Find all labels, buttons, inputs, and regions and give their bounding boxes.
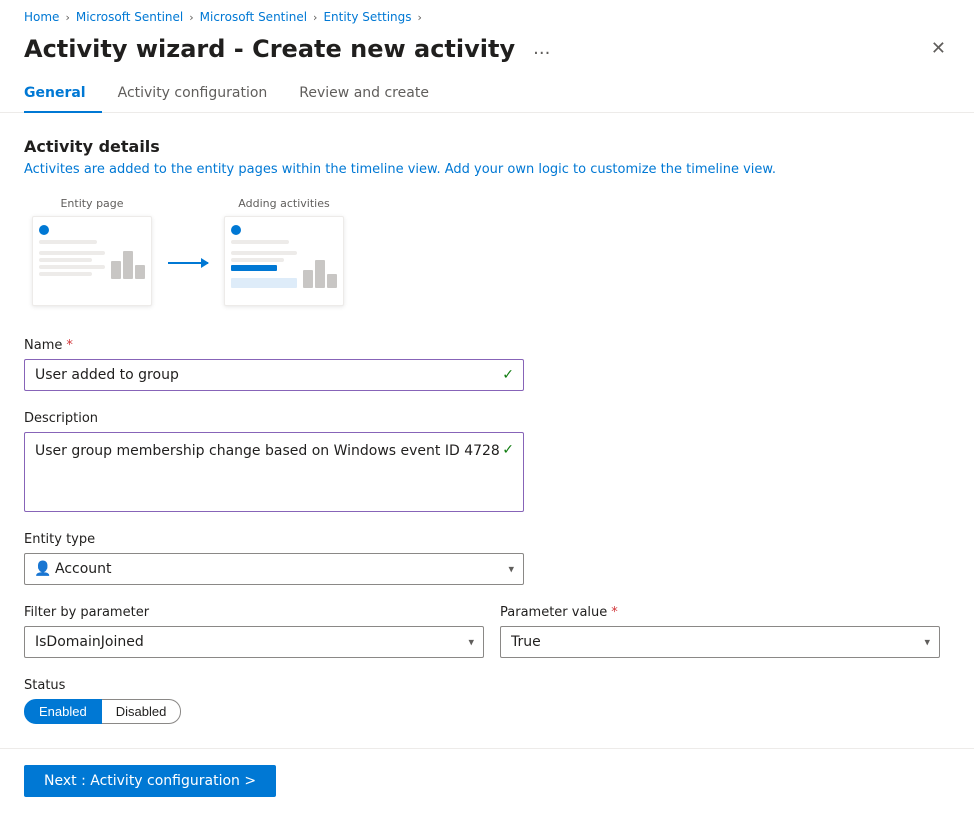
breadcrumb-sep-1: › — [65, 11, 69, 24]
card-bar-a3 — [327, 274, 337, 288]
entity-type-select[interactable]: Account — [24, 553, 524, 585]
name-input-wrapper: ✓ — [24, 359, 524, 391]
arrow-line — [168, 262, 208, 264]
name-required-star: * — [66, 338, 73, 353]
card-highlight — [231, 265, 277, 271]
description-input[interactable]: User group membership change based on Wi… — [24, 432, 524, 512]
status-enabled-button[interactable]: Enabled — [24, 699, 102, 724]
card-line-2 — [39, 251, 105, 255]
activity-details-subtitle: Activites are added to the entity pages … — [24, 162, 950, 177]
tab-review-create[interactable]: Review and create — [283, 75, 445, 113]
filter-row: Filter by parameter IsDomainJoined ▾ Par… — [24, 605, 950, 658]
status-disabled-button[interactable]: Disabled — [102, 699, 182, 724]
activity-details-title: Activity details — [24, 137, 950, 156]
param-select-wrapper: True ▾ — [500, 626, 940, 658]
card-bar-2 — [123, 251, 133, 279]
name-field-group: Name * ✓ — [24, 338, 950, 391]
card-icon-dot — [39, 225, 49, 235]
param-required-star: * — [611, 605, 618, 620]
breadcrumb-sentinel-2[interactable]: Microsoft Sentinel — [200, 10, 307, 24]
param-value-select[interactable]: True — [500, 626, 940, 658]
card-line-5 — [39, 272, 92, 276]
card-bar-3 — [135, 265, 145, 279]
breadcrumb-home[interactable]: Home — [24, 10, 59, 24]
breadcrumb-sentinel-1[interactable]: Microsoft Sentinel — [76, 10, 183, 24]
card-line-a3 — [231, 258, 284, 262]
card-bar-1 — [111, 261, 121, 279]
breadcrumb-sep-3: › — [313, 11, 317, 24]
description-label: Description — [24, 411, 950, 426]
card-line-1 — [39, 240, 97, 244]
card-bar-a2 — [315, 260, 325, 288]
entity-page-col: Entity page — [32, 197, 152, 306]
name-label: Name * — [24, 338, 950, 353]
close-button[interactable]: ✕ — [927, 34, 950, 63]
wizard-tabs: General Activity configuration Review an… — [0, 75, 974, 113]
filter-select[interactable]: IsDomainJoined — [24, 626, 484, 658]
name-input[interactable] — [24, 359, 524, 391]
wizard-header: Activity wizard - Create new activity ..… — [0, 30, 974, 75]
breadcrumb-sep-4: › — [418, 11, 422, 24]
adding-activities-card — [224, 216, 344, 306]
activity-diagram: Entity page — [24, 197, 950, 306]
status-label: Status — [24, 678, 950, 693]
title-row: Activity wizard - Create new activity ..… — [24, 35, 556, 63]
filter-param-col: Filter by parameter IsDomainJoined ▾ — [24, 605, 484, 658]
entity-page-card — [32, 216, 152, 306]
adding-activities-label: Adding activities — [238, 197, 329, 210]
wizard-footer: Next : Activity configuration > — [0, 749, 974, 813]
status-toggle: Enabled Disabled — [24, 699, 950, 724]
status-group: Status Enabled Disabled — [24, 678, 950, 724]
wizard-content: Activity details Activites are added to … — [0, 113, 974, 724]
param-value-col: Parameter value * True ▾ — [500, 605, 940, 658]
card-line-a1 — [231, 240, 289, 244]
description-textarea-wrapper: User group membership change based on Wi… — [24, 432, 524, 512]
entity-type-select-wrapper: 👤 Account ▾ — [24, 553, 524, 585]
name-check-icon: ✓ — [502, 367, 514, 383]
card-line-3 — [39, 258, 92, 262]
card-icon-dot-2 — [231, 225, 241, 235]
next-button[interactable]: Next : Activity configuration > — [24, 765, 276, 797]
entity-type-field-group: Entity type 👤 Account ▾ — [24, 532, 950, 585]
filter-select-wrapper: IsDomainJoined ▾ — [24, 626, 484, 658]
filter-label: Filter by parameter — [24, 605, 484, 620]
description-field-group: Description User group membership change… — [24, 411, 950, 512]
entity-type-label: Entity type — [24, 532, 950, 547]
breadcrumb-entity-settings[interactable]: Entity Settings — [323, 10, 411, 24]
tab-general[interactable]: General — [24, 75, 102, 113]
description-check-icon: ✓ — [502, 442, 514, 458]
adding-activities-col: Adding activities — [224, 197, 344, 306]
wizard-title: Activity wizard - Create new activity — [24, 35, 515, 63]
more-options-icon[interactable]: ... — [527, 36, 556, 61]
param-label: Parameter value * — [500, 605, 940, 620]
tab-activity-config[interactable]: Activity configuration — [102, 75, 284, 113]
card-bar-a1 — [303, 270, 313, 288]
card-highlight-row — [231, 278, 297, 288]
card-line-4 — [39, 265, 105, 269]
diagram-arrow — [168, 262, 208, 264]
entity-page-label: Entity page — [60, 197, 123, 210]
breadcrumb-sep-2: › — [189, 11, 193, 24]
card-line-a2 — [231, 251, 297, 255]
activity-details-section: Activity details Activites are added to … — [24, 137, 950, 306]
breadcrumb: Home › Microsoft Sentinel › Microsoft Se… — [0, 0, 974, 30]
